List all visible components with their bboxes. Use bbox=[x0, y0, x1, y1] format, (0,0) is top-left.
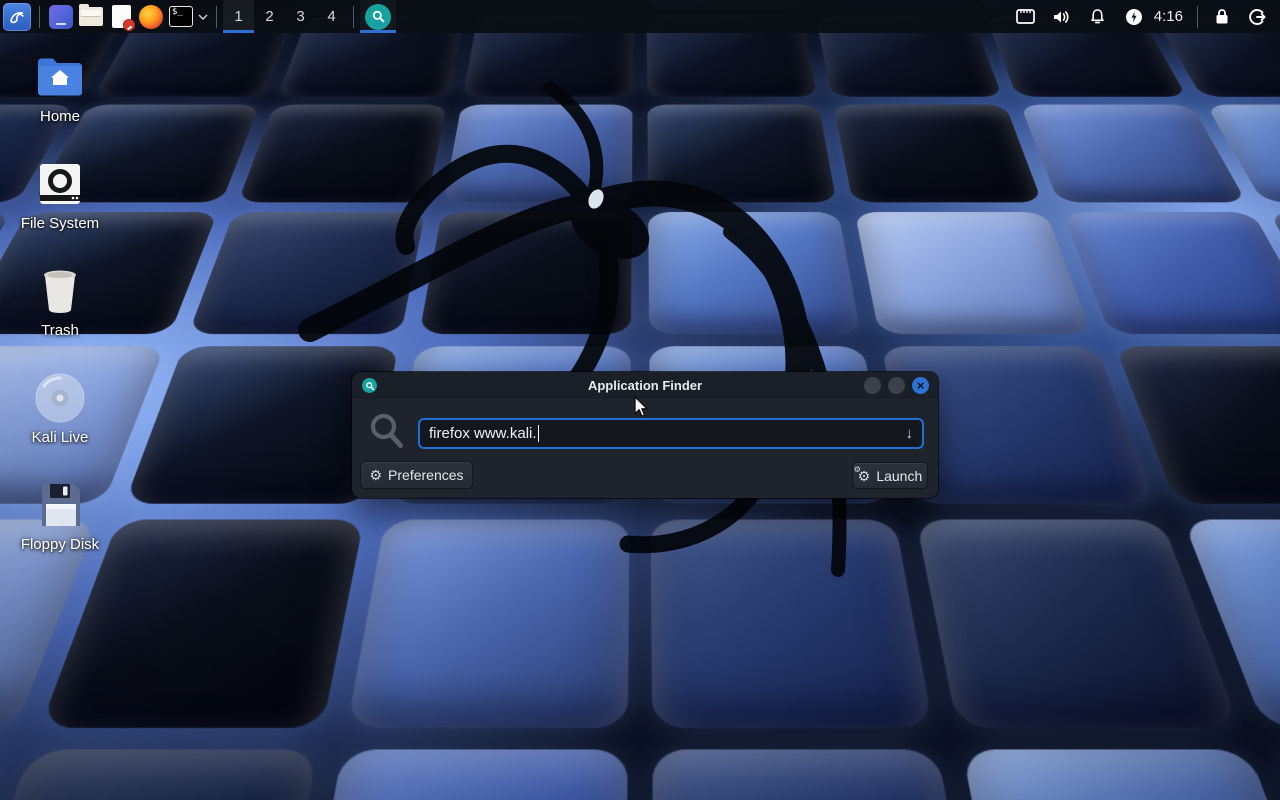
network-icon bbox=[1016, 9, 1035, 24]
workspace-2[interactable]: 2 bbox=[254, 0, 285, 33]
desktop-icon-trash[interactable]: Trash bbox=[12, 260, 108, 367]
desktop-icon-home[interactable]: Home bbox=[12, 46, 108, 153]
lock-icon bbox=[1214, 8, 1230, 25]
text-editor-launcher[interactable] bbox=[106, 0, 136, 33]
panel-separator bbox=[39, 6, 40, 28]
network-indicator[interactable] bbox=[1008, 0, 1044, 33]
gear-icon: ⚙ bbox=[369, 468, 382, 482]
volume-indicator[interactable] bbox=[1044, 0, 1080, 33]
top-panel: $_ 1 2 3 4 bbox=[0, 0, 1280, 33]
preferences-button-label: Preferences bbox=[388, 467, 463, 483]
hard-drive-icon bbox=[37, 153, 83, 215]
dock-launcher[interactable] bbox=[46, 0, 76, 33]
workspace-4[interactable]: 4 bbox=[316, 0, 347, 33]
file-manager-launcher[interactable] bbox=[76, 0, 106, 33]
workspace-3[interactable]: 3 bbox=[285, 0, 316, 33]
power-manager-indicator[interactable] bbox=[1116, 0, 1152, 33]
logout-button[interactable] bbox=[1240, 0, 1276, 33]
terminal-icon: $_ bbox=[169, 6, 193, 27]
desktop-icon-label: Floppy Disk bbox=[21, 536, 99, 553]
search-input[interactable]: firefox www.kali. ↓ bbox=[418, 418, 924, 449]
preferences-button[interactable]: ⚙ Preferences bbox=[360, 461, 473, 489]
kali-dragon-logo bbox=[250, 30, 910, 610]
panel-separator bbox=[1197, 6, 1198, 28]
minimize-button[interactable] bbox=[864, 377, 881, 394]
maximize-button[interactable] bbox=[888, 377, 905, 394]
desktop: $_ 1 2 3 4 bbox=[0, 0, 1280, 800]
desktop-app-icon bbox=[49, 5, 73, 29]
application-finder-icon bbox=[365, 4, 391, 30]
window-title: Application Finder bbox=[352, 378, 938, 393]
launcher-dropdown[interactable] bbox=[196, 0, 210, 33]
floppy-disk-icon bbox=[38, 474, 82, 536]
desktop-icon-list: Home File System bbox=[12, 46, 108, 581]
text-caret bbox=[538, 425, 540, 442]
launch-gears-icon: ⚙⚙ bbox=[858, 469, 871, 483]
launch-button[interactable]: ⚙⚙ Launch bbox=[852, 462, 928, 489]
kali-menu-icon bbox=[7, 7, 27, 27]
home-folder-icon bbox=[36, 46, 84, 108]
logout-icon bbox=[1249, 8, 1267, 26]
firefox-launcher[interactable] bbox=[136, 0, 166, 33]
desktop-icon-kali-live[interactable]: Kali Live bbox=[12, 367, 108, 474]
trash-icon bbox=[39, 260, 81, 322]
search-icon bbox=[369, 412, 405, 455]
workspace-1[interactable]: 1 bbox=[223, 0, 254, 33]
disc-icon bbox=[34, 367, 86, 429]
desktop-icon-file-system[interactable]: File System bbox=[12, 153, 108, 260]
mouse-cursor bbox=[634, 396, 650, 418]
applications-menu-button[interactable] bbox=[3, 3, 31, 31]
firefox-icon bbox=[139, 5, 163, 29]
clock[interactable]: 4:16 bbox=[1152, 8, 1191, 25]
titlebar[interactable]: Application Finder × bbox=[352, 372, 938, 399]
desktop-icon-floppy-disk[interactable]: Floppy Disk bbox=[12, 474, 108, 581]
desktop-icon-label: Trash bbox=[41, 322, 79, 339]
battery-power-icon bbox=[1125, 8, 1143, 26]
application-finder-window: Application Finder × firefox www.kali. ↓… bbox=[352, 372, 938, 498]
speaker-icon bbox=[1052, 9, 1071, 25]
dropdown-arrow-icon[interactable]: ↓ bbox=[906, 425, 914, 442]
notifications-indicator[interactable] bbox=[1080, 0, 1116, 33]
folder-icon bbox=[79, 7, 103, 26]
lock-screen-button[interactable] bbox=[1204, 0, 1240, 33]
chevron-down-icon bbox=[198, 14, 208, 20]
terminal-launcher[interactable]: $_ bbox=[166, 0, 196, 33]
bell-icon bbox=[1089, 8, 1106, 25]
launch-button-label: Launch bbox=[876, 468, 922, 484]
panel-separator bbox=[216, 6, 217, 28]
panel-separator bbox=[353, 6, 354, 28]
desktop-icon-label: Home bbox=[40, 108, 80, 125]
search-input-value: firefox www.kali. bbox=[429, 425, 537, 442]
desktop-icon-label: File System bbox=[21, 215, 99, 232]
taskbar-application-finder[interactable] bbox=[360, 0, 396, 33]
document-edit-icon bbox=[112, 5, 131, 28]
desktop-icon-label: Kali Live bbox=[32, 429, 89, 446]
close-button[interactable]: × bbox=[912, 377, 929, 394]
